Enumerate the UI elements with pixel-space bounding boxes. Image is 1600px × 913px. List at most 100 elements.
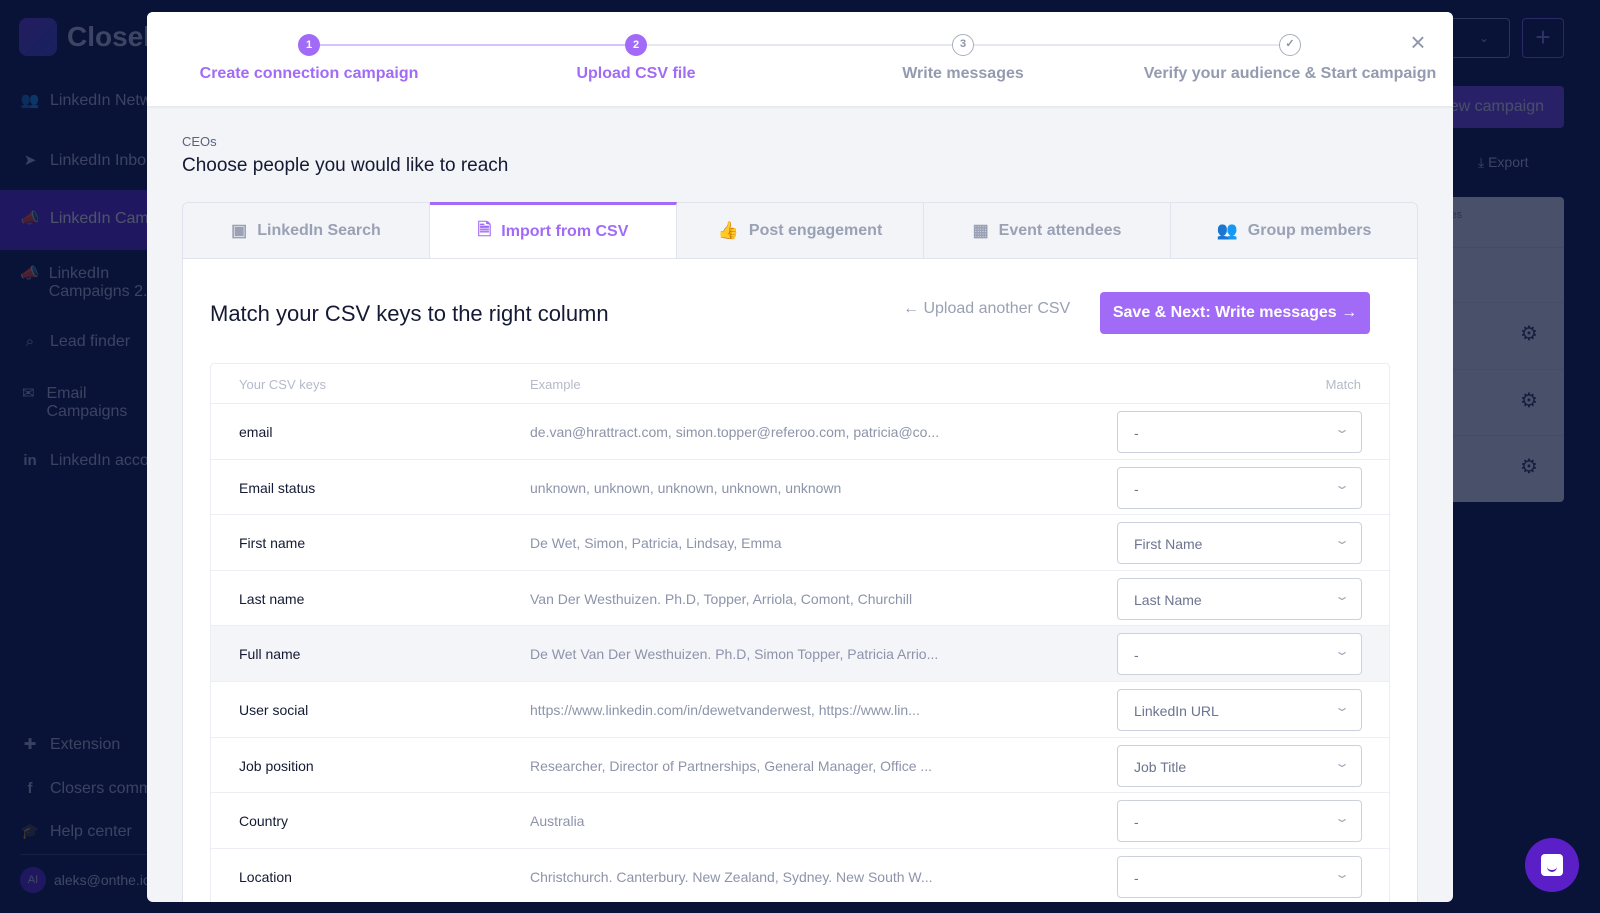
match-select[interactable]: - ⌄ bbox=[1117, 633, 1362, 676]
csv-key: Job position bbox=[239, 757, 314, 774]
table-row: email de.van@hrattract.com, simon.topper… bbox=[211, 404, 1389, 460]
tab-label: Post engagement bbox=[748, 221, 883, 239]
csv-file-icon: 🗎 bbox=[477, 220, 492, 239]
match-value: - bbox=[1134, 814, 1139, 831]
app-root: Closel 👥LinkedIn Netw ➤LinkedIn Inbo 📣Li… bbox=[0, 0, 1600, 913]
upload-another-csv-link[interactable]: ← Upload another CSV bbox=[903, 300, 1070, 318]
table-row: Job position Researcher, Director of Par… bbox=[211, 738, 1389, 794]
step-label: Create connection campaign bbox=[199, 65, 419, 82]
tab-post-engagement[interactable]: 👍 Post engagement bbox=[677, 203, 924, 258]
csv-mapping-panel: Match your CSV keys to the right column … bbox=[182, 258, 1418, 902]
tab-label: LinkedIn Search bbox=[257, 221, 381, 239]
match-value: - bbox=[1134, 647, 1139, 664]
step-label: Verify your audience & Start campaign bbox=[1143, 65, 1437, 82]
chevron-down-icon: ⌄ bbox=[1333, 866, 1351, 881]
example-value: Van Der Westhuizen. Ph.D, Topper, Arriol… bbox=[530, 590, 913, 607]
csv-key: Email status bbox=[239, 479, 316, 496]
csv-key: User social bbox=[239, 701, 309, 718]
chevron-down-icon: ⌄ bbox=[1333, 699, 1351, 714]
example-value: Australia bbox=[530, 813, 585, 830]
chevron-down-icon: ⌄ bbox=[1333, 811, 1351, 826]
arrow-left-icon: ← bbox=[903, 300, 924, 317]
match-value: - bbox=[1134, 869, 1139, 886]
csv-key: Country bbox=[239, 813, 289, 830]
match-value: - bbox=[1134, 480, 1139, 497]
source-tabs: ▣ LinkedIn Search 🗎 Import from CSV 👍 Post … bbox=[182, 202, 1418, 258]
step-1[interactable]: 1 Create connection campaign bbox=[159, 34, 459, 83]
tab-label: Group members bbox=[1247, 221, 1372, 239]
table-row: Email status unknown, unknown, unknown, … bbox=[211, 460, 1389, 516]
match-select[interactable]: Last Name ⌄ bbox=[1117, 577, 1362, 620]
tab-group-members[interactable]: 👥 Group members bbox=[1171, 203, 1417, 258]
step-3[interactable]: 3 Write messages bbox=[813, 34, 1113, 83]
table-header: Your CSV keys Example Match bbox=[211, 364, 1389, 404]
column-header: Your CSV keys bbox=[239, 377, 326, 392]
breadcrumb: CEOs bbox=[182, 134, 217, 149]
step-2[interactable]: 2 Upload CSV file bbox=[486, 34, 786, 83]
save-next-label: Save & Next: Write messages bbox=[1112, 304, 1337, 321]
chat-icon bbox=[1541, 854, 1563, 876]
step-number: 2 bbox=[625, 34, 647, 56]
csv-key: Location bbox=[239, 868, 292, 885]
chat-launcher-button[interactable] bbox=[1525, 838, 1579, 892]
tab-import-from-csv[interactable]: 🗎 Import from CSV bbox=[430, 202, 677, 258]
match-select[interactable]: - ⌄ bbox=[1117, 466, 1362, 509]
match-select[interactable]: First Name ⌄ bbox=[1117, 522, 1362, 565]
page-title: Choose people you would like to reach bbox=[182, 155, 509, 176]
chevron-down-icon: ⌄ bbox=[1333, 477, 1351, 492]
column-header: Example bbox=[530, 377, 581, 392]
column-header: Match bbox=[1325, 377, 1361, 392]
csv-key: Last name bbox=[239, 590, 305, 607]
step-label: Write messages bbox=[902, 65, 1024, 82]
table-row: Full name De Wet Van Der Westhuizen. Ph.… bbox=[211, 626, 1389, 682]
thumbs-up-icon: 👍 bbox=[717, 220, 739, 240]
example-value: unknown, unknown, unknown, unknown, unkn… bbox=[530, 479, 842, 496]
match-select[interactable]: LinkedIn URL ⌄ bbox=[1117, 688, 1362, 731]
arrow-right-icon: → bbox=[1336, 304, 1358, 321]
match-value: First Name bbox=[1134, 536, 1203, 553]
step-4[interactable]: ✓ Verify your audience & Start campaign bbox=[1140, 34, 1440, 83]
check-icon: ✓ bbox=[1279, 34, 1301, 56]
csv-key: Full name bbox=[239, 646, 301, 663]
csv-key: First name bbox=[239, 535, 306, 552]
wizard-stepper: 1 Create connection campaign 2 Upload CS… bbox=[147, 12, 1453, 106]
table-row: Last name Van Der Westhuizen. Ph.D, Topp… bbox=[211, 571, 1389, 627]
chevron-down-icon: ⌄ bbox=[1333, 533, 1351, 548]
match-select[interactable]: - ⌄ bbox=[1117, 800, 1362, 843]
match-select[interactable]: - ⌄ bbox=[1117, 411, 1362, 453]
table-row: User social https://www.linkedin.com/in/… bbox=[211, 682, 1389, 738]
match-value: - bbox=[1134, 425, 1139, 441]
close-icon[interactable]: × bbox=[1406, 29, 1430, 55]
example-value: De Wet, Simon, Patricia, Lindsay, Emma bbox=[530, 535, 782, 552]
save-next-button[interactable]: Save & Next: Write messages → bbox=[1100, 292, 1370, 334]
table-row: Country Australia - ⌄ bbox=[211, 793, 1389, 849]
linkedin-icon: ▣ bbox=[231, 220, 248, 240]
step-label: Upload CSV file bbox=[576, 65, 696, 82]
example-value: https://www.linkedin.com/in/dewetvanderw… bbox=[530, 701, 920, 718]
csv-key: email bbox=[239, 424, 273, 440]
chevron-down-icon: ⌄ bbox=[1333, 755, 1351, 770]
match-value: LinkedIn URL bbox=[1134, 702, 1219, 719]
example-value: Researcher, Director of Partnerships, Ge… bbox=[530, 757, 933, 774]
upload-another-label: Upload another CSV bbox=[923, 300, 1071, 317]
step-number: 3 bbox=[952, 34, 974, 56]
example-value: De Wet Van Der Westhuizen. Ph.D, Simon T… bbox=[530, 646, 939, 663]
tab-event-attendees[interactable]: ▦ Event attendees bbox=[924, 203, 1171, 258]
match-select[interactable]: - ⌄ bbox=[1117, 855, 1362, 898]
chevron-down-icon: ⌄ bbox=[1333, 644, 1351, 659]
campaign-wizard-modal: 1 Create connection campaign 2 Upload CS… bbox=[147, 12, 1453, 902]
match-value: Job Title bbox=[1134, 758, 1187, 775]
match-value: Last Name bbox=[1134, 591, 1202, 608]
step-number: 1 bbox=[298, 34, 320, 56]
match-select[interactable]: Job Title ⌄ bbox=[1117, 744, 1362, 787]
example-value: de.van@hrattract.com, simon.topper@refer… bbox=[530, 424, 940, 440]
example-value: Christchurch. Canterbury. New Zealand, S… bbox=[530, 868, 933, 885]
tab-linkedin-search[interactable]: ▣ LinkedIn Search bbox=[183, 203, 430, 258]
chevron-down-icon: ⌄ bbox=[1333, 422, 1351, 436]
calendar-icon: ▦ bbox=[972, 220, 989, 240]
section-title: Match your CSV keys to the right column bbox=[210, 301, 609, 326]
table-row: Location Christchurch. Canterbury. New Z… bbox=[211, 849, 1389, 902]
tab-label: Import from CSV bbox=[501, 222, 629, 240]
csv-mapping-table: Your CSV keys Example Match email de.van… bbox=[210, 363, 1390, 902]
chevron-down-icon: ⌄ bbox=[1333, 588, 1351, 603]
